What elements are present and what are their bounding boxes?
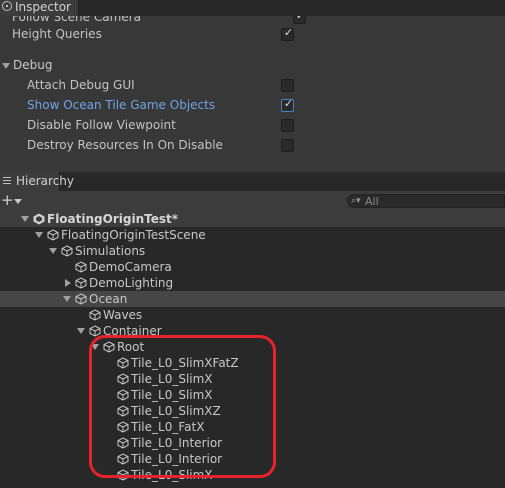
tree-item[interactable]: Simulations	[0, 243, 505, 259]
hierarchy-toolbar: + ⌕▾	[0, 191, 505, 212]
property-show-ocean-tile-game-objects: Show Ocean Tile Game Objects ✓	[27, 95, 302, 115]
checkmark-icon: ✓	[294, 16, 307, 22]
hierarchy-tab-label: Hierarchy	[16, 174, 75, 188]
debug-section-title: Debug	[13, 58, 53, 72]
unity-scene-icon	[33, 213, 45, 225]
checkmark-icon: ✓	[283, 97, 294, 110]
tab-hierarchy[interactable]: Hierarchy	[0, 172, 74, 191]
tree-item-label: Ocean	[89, 292, 128, 306]
property-label: Destroy Resources In On Disable	[27, 138, 223, 152]
hierarchy-tab-bar: Hierarchy	[0, 172, 505, 191]
gameobject-cube-icon	[89, 309, 101, 321]
show-ocean-tile-game-objects-checkbox[interactable]: ✓	[281, 97, 294, 112]
inspector-tab-bar: Inspector	[0, 0, 505, 16]
debug-foldout[interactable]: Debug	[0, 56, 52, 74]
disable-follow-viewpoint-checkbox[interactable]	[281, 119, 294, 132]
tree-item[interactable]: DemoLighting	[0, 275, 505, 291]
tree-item-label: FloatingOriginTest*	[47, 212, 178, 226]
unity-editor-window: Inspector Follow Scene Camera ✓ Height Q…	[0, 0, 505, 488]
expand-arrow-down-icon[interactable]	[21, 216, 29, 222]
property-label: Follow Scene Camera	[12, 16, 141, 24]
inspector-panel: Inspector Follow Scene Camera ✓ Height Q…	[0, 0, 505, 170]
height-queries-checkbox[interactable]: ✓	[281, 26, 294, 41]
expand-arrow-down-icon[interactable]	[49, 248, 57, 254]
property-label: Disable Follow Viewpoint	[27, 118, 176, 132]
inspector-tab-label: Inspector	[15, 0, 71, 14]
gameobject-cube-icon	[61, 245, 73, 257]
scene-row[interactable]: FloatingOriginTest*	[0, 211, 505, 227]
gameobject-cube-icon	[75, 261, 87, 273]
gameobject-cube-icon	[47, 229, 59, 241]
property-attach-debug-gui: Attach Debug GUI	[27, 75, 302, 95]
tree-item-label: DemoLighting	[89, 276, 174, 290]
foldout-arrow-icon	[2, 62, 10, 69]
info-icon	[2, 1, 12, 11]
tree-item-label: Simulations	[75, 244, 146, 258]
inspector-content: Follow Scene Camera ✓ Height Queries ✓ D…	[0, 16, 505, 170]
gameobject-cube-icon	[75, 277, 87, 289]
property-destroy-resources-in-on-disable: Destroy Resources In On Disable	[27, 135, 302, 155]
attach-debug-gui-checkbox[interactable]	[281, 79, 294, 92]
chevron-down-icon	[14, 199, 22, 204]
tree-item[interactable]: DemoCamera	[0, 259, 505, 275]
tree-item-label: Waves	[103, 308, 143, 322]
property-label: Attach Debug GUI	[27, 78, 135, 92]
property-height-queries: Height Queries ✓	[12, 24, 302, 44]
hierarchy-search[interactable]: ⌕▾	[347, 194, 505, 208]
plus-icon: +	[1, 191, 14, 209]
follow-scene-camera-checkbox[interactable]: ✓	[293, 16, 306, 24]
tree-item-label: DemoCamera	[89, 260, 172, 274]
property-label: Show Ocean Tile Game Objects	[27, 98, 216, 112]
expand-arrow-down-icon[interactable]	[77, 328, 85, 334]
tab-inspector[interactable]: Inspector	[0, 0, 79, 16]
tree-item[interactable]: FloatingOriginTestScene	[0, 227, 505, 243]
tree-item[interactable]: Ocean	[0, 291, 505, 307]
add-object-button[interactable]: +	[0, 192, 24, 210]
tree-item[interactable]: Waves	[0, 307, 505, 323]
expand-arrow-down-icon[interactable]	[63, 296, 71, 302]
tree-item-label: FloatingOriginTestScene	[61, 228, 206, 242]
gameobject-cube-icon	[75, 293, 87, 305]
search-input[interactable]	[365, 195, 495, 207]
expand-arrow-down-icon[interactable]	[35, 232, 43, 238]
property-label: Height Queries	[12, 27, 102, 41]
checkmark-icon: ✓	[283, 26, 294, 39]
destroy-resources-checkbox[interactable]	[281, 139, 294, 152]
expand-arrow-right-icon[interactable]	[65, 279, 71, 287]
search-icon: ⌕▾	[351, 196, 361, 206]
property-disable-follow-viewpoint: Disable Follow Viewpoint	[27, 115, 302, 135]
annotation-highlight-box	[89, 335, 276, 478]
hierarchy-list-icon	[3, 177, 11, 186]
